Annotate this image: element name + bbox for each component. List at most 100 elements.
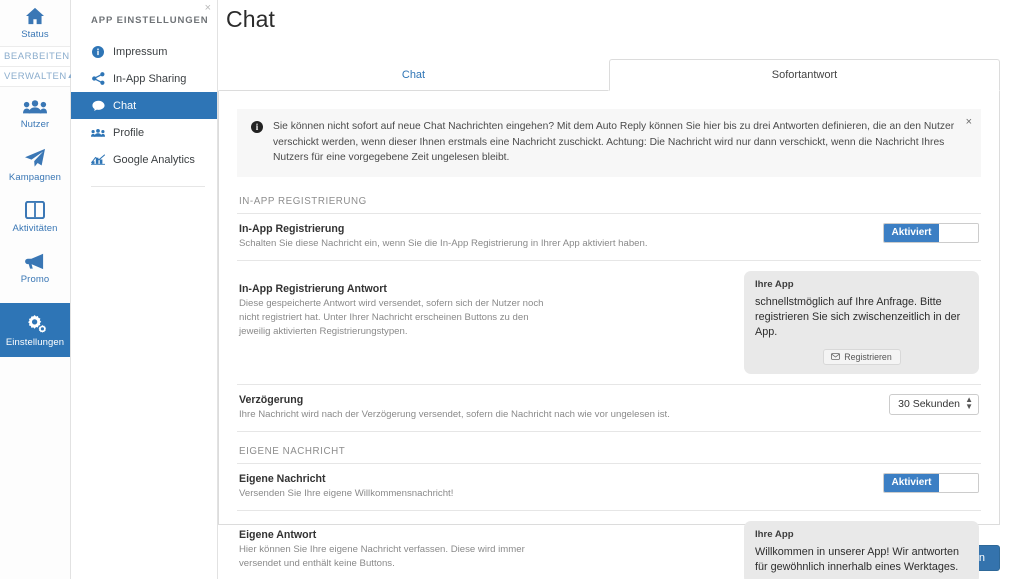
row-text-block: In-App Registrierung Antwort Diese gespe…	[239, 271, 549, 339]
columns-icon	[25, 201, 45, 219]
nav-label-einstellungen: Einstellungen	[5, 337, 65, 348]
chat-bubble-eigene-antwort[interactable]: Ihre App Willkommen in unserer App! Wir …	[744, 520, 979, 579]
megaphone-icon	[24, 252, 46, 270]
toggle-off-area	[939, 473, 978, 492]
nav-group-bearbeiten[interactable]: BEARBEITEN ▼	[0, 46, 77, 67]
row-description: Versenden Sie Ihre eigene Willkommensnac…	[239, 487, 454, 499]
nav-label-status: Status	[21, 29, 49, 40]
toggle-off-area	[939, 223, 978, 242]
row-eigene-nachricht: Eigene Nachricht Versenden Sie Ihre eige…	[237, 464, 981, 511]
paper-plane-icon	[24, 148, 46, 168]
tab-label-chat: Chat	[401, 69, 426, 81]
close-icon[interactable]: ×	[205, 3, 211, 14]
nav-group-verwalten[interactable]: VERWALTEN ▲	[0, 67, 74, 87]
home-icon	[25, 7, 45, 25]
tab-chat[interactable]: Chat	[218, 59, 609, 91]
row-in-app-registrierung: In-App Registrierung Schalten Sie diese …	[237, 214, 981, 261]
bubble-message: Willkommen in unserer App! Wir antworten…	[755, 545, 960, 573]
row-description: Schalten Sie diese Nachricht ein, wenn S…	[239, 237, 648, 249]
row-control: Aktiviert	[883, 222, 979, 243]
row-control: Ihre App Willkommen in unserer App! Wir …	[730, 520, 979, 579]
bubble-sender: Ihre App	[755, 528, 794, 540]
settings-item-chat[interactable]: Chat	[71, 92, 217, 119]
chat-bubble-registrierung[interactable]: Ihre App schnellstmöglich auf Ihre Anfra…	[744, 270, 979, 374]
toggle-on-label: Aktiviert	[884, 223, 939, 242]
app-settings-title: APP EINSTELLUNGEN	[91, 15, 209, 26]
tab-sofortantwort[interactable]: Sofortantwort	[609, 59, 1000, 91]
share-icon	[91, 72, 105, 85]
primary-nav-sidebar: Status BEARBEITEN ▼ VERWALTEN ▲ Nutzer	[0, 0, 77, 579]
nav-label-kampagnen: Kampagnen	[8, 172, 62, 183]
row-text-block: Eigene Nachricht Versenden Sie Ihre eige…	[239, 473, 453, 501]
section-heading-eigene-nachricht: EIGENE NACHRICHT	[237, 432, 981, 464]
row-control: Aktiviert	[883, 472, 979, 493]
nav-item-promo[interactable]: Promo	[0, 240, 70, 291]
toggle-in-app-registrierung[interactable]: Aktiviert	[883, 222, 979, 243]
bubble-message: schnellstmöglich auf Ihre Anfrage. Bitte…	[755, 295, 961, 339]
gears-icon	[24, 313, 47, 333]
select-value: 30 Sekunden	[898, 398, 960, 411]
users-icon	[91, 128, 105, 138]
tab-label-sofortantwort: Sofortantwort	[771, 69, 838, 81]
close-icon[interactable]: ×	[966, 117, 972, 128]
toggle-eigene-nachricht[interactable]: Aktiviert	[883, 472, 979, 493]
nav-label-aktivitaeten: Aktivitäten	[12, 223, 58, 234]
row-control: 30 Sekunden ▲ ▼	[889, 393, 979, 415]
row-verzoegerung-1: Verzögerung Ihre Nachricht wird nach der…	[237, 385, 981, 432]
nav-label-promo: Promo	[20, 274, 50, 285]
row-description: Diese gespeicherte Antwort wird versende…	[239, 297, 544, 337]
info-icon: i	[251, 121, 263, 133]
nav-group-label-bearbeiten: BEARBEITEN	[4, 51, 70, 62]
nav-item-aktivitaeten[interactable]: Aktivitäten	[0, 189, 70, 240]
settings-label-google-analytics: Google Analytics	[113, 153, 195, 166]
nav-group-label-verwalten: VERWALTEN	[4, 71, 67, 82]
settings-label-impressum: Impressum	[113, 45, 168, 58]
users-icon	[23, 99, 47, 115]
bubble-button-label: Registrieren	[844, 351, 892, 362]
row-title: Verzögerung	[239, 393, 304, 406]
toggle-on-label: Aktiviert	[884, 473, 939, 492]
nav-item-einstellungen[interactable]: Einstellungen	[0, 303, 70, 357]
app-root: Status BEARBEITEN ▼ VERWALTEN ▲ Nutzer	[0, 0, 1024, 579]
app-settings-panel: × APP EINSTELLUNGEN Impressum In-App Sha…	[71, 0, 218, 579]
settings-label-profile: Profile	[113, 126, 145, 139]
row-in-app-registrierung-antwort: In-App Registrierung Antwort Diese gespe…	[237, 261, 981, 385]
bar-chart-icon	[91, 154, 105, 165]
chat-bubble-icon	[91, 100, 105, 112]
info-circle-icon	[91, 45, 105, 58]
row-control: Ihre App schnellstmöglich auf Ihre Anfra…	[730, 270, 979, 374]
settings-label-chat: Chat	[113, 99, 137, 112]
nav-item-status[interactable]: Status	[0, 0, 70, 46]
row-title: In-App Registrierung	[239, 222, 345, 235]
row-title: Eigene Nachricht	[239, 472, 326, 485]
envelope-icon	[831, 353, 841, 361]
settings-item-google-analytics[interactable]: Google Analytics	[71, 146, 217, 173]
bubble-registrieren-button[interactable]: Registrieren	[822, 348, 901, 365]
settings-item-in-app-sharing[interactable]: In-App Sharing	[71, 65, 217, 92]
row-description: Hier können Sie Ihre eigene Nachricht ve…	[239, 543, 525, 569]
settings-card: i Sie können nicht sofort auf neue Chat …	[218, 91, 1000, 579]
row-text-block: In-App Registrierung Schalten Sie diese …	[239, 223, 648, 251]
section-heading-in-app-registrierung: IN-APP REGISTRIERUNG	[237, 196, 981, 214]
info-alert: i Sie können nicht sofort auf neue Chat …	[237, 109, 981, 177]
panel-divider	[91, 186, 205, 187]
nav-item-nutzer[interactable]: Nutzer	[0, 87, 70, 136]
row-text-block: Verzögerung Ihre Nachricht wird nach der…	[239, 394, 670, 422]
nav-label-nutzer: Nutzer	[20, 119, 50, 130]
nav-item-kampagnen[interactable]: Kampagnen	[0, 136, 70, 189]
chevron-updown-icon: ▲ ▼	[965, 395, 973, 412]
row-title: Eigene Antwort	[239, 528, 317, 541]
settings-item-impressum[interactable]: Impressum	[71, 38, 217, 65]
page-title: Chat	[226, 6, 275, 32]
bubble-sender: Ihre App	[755, 278, 794, 290]
tab-bar: Chat Sofortantwort	[218, 59, 1000, 91]
row-description: Ihre Nachricht wird nach der Verzögerung…	[239, 408, 670, 420]
settings-item-profile[interactable]: Profile	[71, 119, 217, 146]
settings-label-in-app-sharing: In-App Sharing	[113, 72, 187, 85]
main-content: Chat Chat Sofortantwort i Sie können nic…	[218, 0, 1024, 579]
row-title: In-App Registrierung Antwort	[239, 282, 387, 295]
select-verzoegerung-1[interactable]: 30 Sekunden ▲ ▼	[889, 393, 979, 415]
row-text-block: Eigene Antwort Hier können Sie Ihre eige…	[239, 521, 549, 571]
info-alert-text: Sie können nicht sofort auf neue Chat Na…	[273, 121, 955, 164]
